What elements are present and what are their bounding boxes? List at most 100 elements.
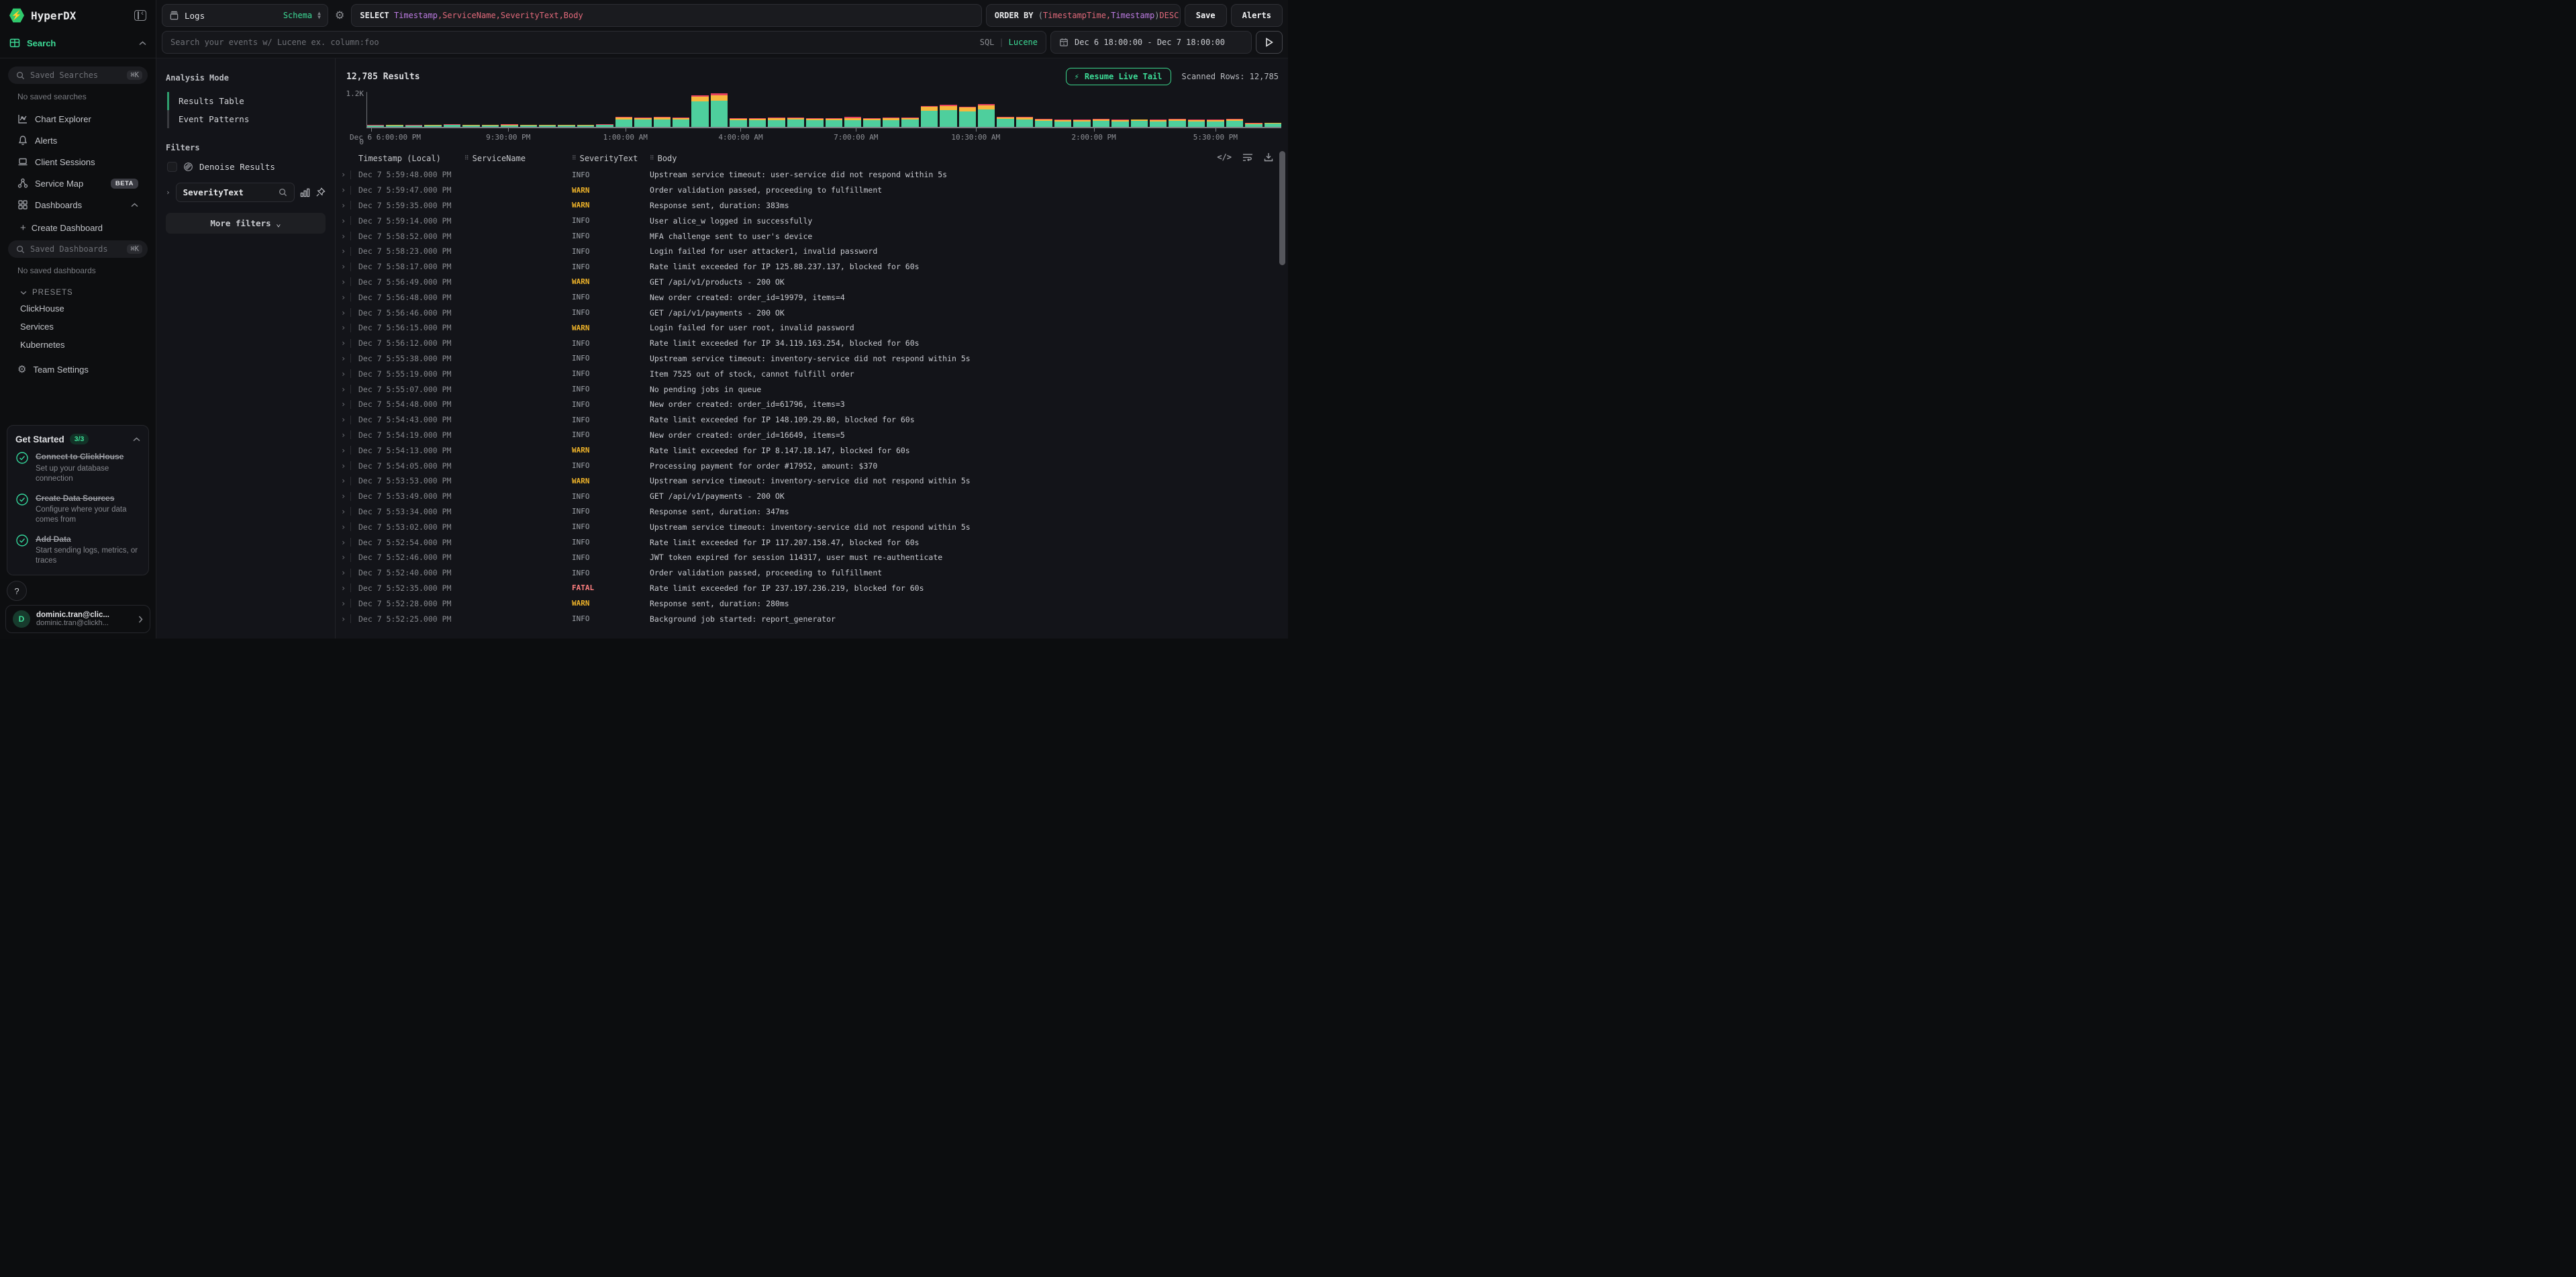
histogram-bar[interactable] <box>940 92 956 127</box>
table-row[interactable]: ›Dec 7 5:56:49.000 PMWARNGET /api/v1/pro… <box>336 275 1288 290</box>
histogram-bar[interactable] <box>1093 92 1109 127</box>
histogram-bar[interactable] <box>921 92 938 127</box>
histogram-bar[interactable] <box>1169 92 1185 127</box>
histogram-bar[interactable] <box>520 92 537 127</box>
histogram-bar[interactable] <box>997 92 1013 127</box>
histogram-bar[interactable] <box>462 92 479 127</box>
scrollbar-track[interactable] <box>1279 150 1285 638</box>
help-button[interactable]: ? <box>7 581 27 601</box>
preset-clickhouse[interactable]: ClickHouse <box>8 299 148 318</box>
sidebar-item-dashboards[interactable]: Dashboards <box>8 194 148 216</box>
row-expand-chevron[interactable]: › <box>341 553 346 562</box>
histogram-bar[interactable] <box>1207 92 1224 127</box>
pin-icon[interactable] <box>315 187 326 197</box>
table-row[interactable]: ›Dec 7 5:52:54.000 PMINFORate limit exce… <box>336 534 1288 550</box>
table-row[interactable]: ›Dec 7 5:52:35.000 PMFATALRate limit exc… <box>336 581 1288 596</box>
histogram-bar[interactable] <box>558 92 575 127</box>
histogram-bar[interactable] <box>501 92 517 127</box>
mode-event-patterns[interactable]: Event Patterns <box>169 110 326 128</box>
alerts-button[interactable]: Alerts <box>1231 4 1283 27</box>
get-started-step-sources[interactable]: Create Data Sources Configure where your… <box>15 493 140 526</box>
row-expand-chevron[interactable]: › <box>341 232 346 241</box>
histogram-bar[interactable] <box>826 92 842 127</box>
histogram-bar[interactable] <box>863 92 880 127</box>
sidebar-item-service-map[interactable]: Service Map BETA <box>8 173 148 194</box>
row-expand-chevron[interactable]: › <box>341 522 346 532</box>
row-expand-chevron[interactable]: › <box>341 538 346 547</box>
table-row[interactable]: ›Dec 7 5:58:52.000 PMINFOMFA challenge s… <box>336 228 1288 244</box>
severity-filter-field[interactable]: SeverityText <box>176 183 295 202</box>
resume-live-tail-button[interactable]: ⚡Resume Live Tail <box>1066 68 1171 85</box>
sidebar-item-search[interactable]: Search <box>0 30 156 58</box>
histogram-bar[interactable] <box>539 92 556 127</box>
row-expand-chevron[interactable]: › <box>341 415 346 424</box>
histogram-bar[interactable] <box>367 92 384 127</box>
denoise-results-toggle[interactable]: Denoise Results <box>167 162 326 172</box>
table-row[interactable]: ›Dec 7 5:59:47.000 PMWARNOrder validatio… <box>336 183 1288 198</box>
table-row[interactable]: ›Dec 7 5:59:14.000 PMINFOUser alice_w lo… <box>336 213 1288 228</box>
row-expand-chevron[interactable]: › <box>341 246 346 256</box>
presets-toggle[interactable]: PRESETS <box>8 282 148 299</box>
table-row[interactable]: ›Dec 7 5:53:02.000 PMINFOUpstream servic… <box>336 519 1288 534</box>
histogram-bar[interactable] <box>883 92 899 127</box>
row-expand-chevron[interactable]: › <box>341 568 346 577</box>
drag-handle-icon[interactable]: ⠿ <box>650 155 654 162</box>
drag-handle-icon[interactable]: ⠿ <box>464 155 468 162</box>
histogram-bar[interactable] <box>787 92 804 127</box>
sidebar-item-chart-explorer[interactable]: Chart Explorer <box>8 108 148 130</box>
histogram-bar[interactable] <box>1111 92 1128 127</box>
row-expand-chevron[interactable]: › <box>341 201 346 210</box>
row-expand-chevron[interactable]: › <box>341 338 346 348</box>
histogram-bar[interactable] <box>673 92 689 127</box>
histogram-bar[interactable] <box>1188 92 1205 127</box>
row-expand-chevron[interactable]: › <box>341 308 346 318</box>
denoise-checkbox[interactable] <box>167 162 177 172</box>
scrollbar-thumb[interactable] <box>1279 151 1285 265</box>
row-expand-chevron[interactable]: › <box>341 399 346 409</box>
histogram-bar[interactable] <box>1073 92 1090 127</box>
drag-handle-icon[interactable]: ⠿ <box>572 155 576 162</box>
histogram-bar[interactable] <box>1226 92 1243 127</box>
more-filters-button[interactable]: More filters ⌄ <box>166 213 326 234</box>
mode-results-table[interactable]: Results Table <box>169 92 326 110</box>
row-expand-chevron[interactable]: › <box>341 277 346 287</box>
row-expand-chevron[interactable]: › <box>341 599 346 608</box>
sidebar-collapse-icon[interactable] <box>134 10 146 21</box>
row-expand-chevron[interactable]: › <box>341 476 346 485</box>
row-expand-chevron[interactable]: › <box>341 446 346 455</box>
get-started-step-add-data[interactable]: Add Data Start sending logs, metrics, or… <box>15 534 140 567</box>
row-expand-chevron[interactable]: › <box>341 262 346 271</box>
table-row[interactable]: ›Dec 7 5:52:46.000 PMINFOJWT token expir… <box>336 550 1288 565</box>
histogram-bar[interactable] <box>654 92 671 127</box>
table-row[interactable]: ›Dec 7 5:54:13.000 PMWARNRate limit exce… <box>336 442 1288 458</box>
table-row[interactable]: ›Dec 7 5:56:12.000 PMINFORate limit exce… <box>336 336 1288 351</box>
col-header-body[interactable]: ⠿Body <box>650 154 1207 163</box>
preset-kubernetes[interactable]: Kubernetes <box>8 336 148 354</box>
table-row[interactable]: ›Dec 7 5:56:15.000 PMWARNLogin failed fo… <box>336 320 1288 336</box>
row-expand-chevron[interactable]: › <box>341 507 346 516</box>
row-expand-chevron[interactable]: › <box>341 385 346 394</box>
select-columns-input[interactable]: SELECT Timestamp,ServiceName,SeverityTex… <box>351 4 981 27</box>
table-row[interactable]: ›Dec 7 5:55:07.000 PMINFONo pending jobs… <box>336 381 1288 397</box>
table-row[interactable]: ›Dec 7 5:58:23.000 PMINFOLogin failed fo… <box>336 244 1288 259</box>
histogram-bar[interactable] <box>1245 92 1262 127</box>
histogram-bar[interactable] <box>1150 92 1167 127</box>
histogram-bar[interactable] <box>615 92 632 127</box>
histogram-bar[interactable] <box>386 92 403 127</box>
row-expand-chevron[interactable]: › <box>341 323 346 332</box>
table-row[interactable]: ›Dec 7 5:53:49.000 PMINFOGET /api/v1/pay… <box>336 489 1288 504</box>
row-expand-chevron[interactable]: › <box>341 430 346 440</box>
table-row[interactable]: ›Dec 7 5:52:28.000 PMWARNResponse sent, … <box>336 596 1288 611</box>
filter-expand-chevron[interactable]: › <box>166 188 170 197</box>
text-wrap-icon[interactable] <box>1242 152 1253 162</box>
histogram-bar[interactable] <box>1265 92 1281 127</box>
col-header-servicename[interactable]: ⠿ServiceName <box>464 154 572 163</box>
table-row[interactable]: ›Dec 7 5:52:25.000 PMINFOBackground job … <box>336 611 1288 626</box>
histogram-bar[interactable] <box>768 92 785 127</box>
row-expand-chevron[interactable]: › <box>341 614 346 624</box>
table-row[interactable]: ›Dec 7 5:58:17.000 PMINFORate limit exce… <box>336 259 1288 275</box>
user-account-card[interactable]: D dominic.tran@clic... dominic.tran@clic… <box>5 605 150 633</box>
get-started-step-connect[interactable]: Connect to ClickHouse Set up your databa… <box>15 451 140 484</box>
histogram-bar[interactable] <box>711 92 728 127</box>
table-row[interactable]: ›Dec 7 5:54:48.000 PMINFONew order creat… <box>336 397 1288 412</box>
